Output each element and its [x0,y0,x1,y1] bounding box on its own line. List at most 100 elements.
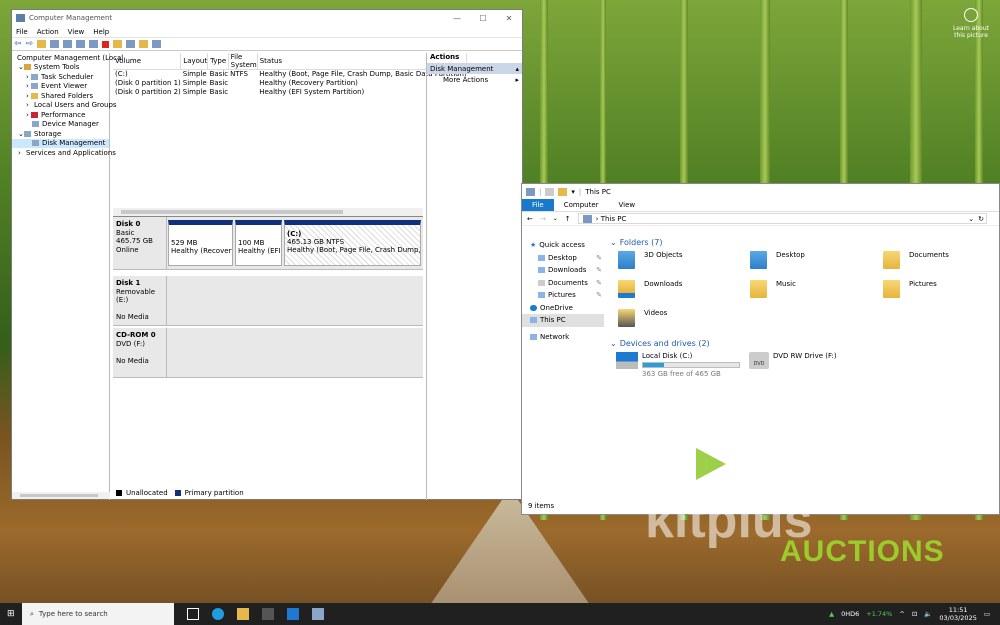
tree-scrollbar[interactable] [12,492,110,499]
notification-icon[interactable]: ▭ [984,610,990,618]
delete-icon[interactable] [102,40,110,48]
close-button[interactable]: ✕ [496,14,522,23]
search-icon[interactable] [139,40,149,48]
tree-item-local-users[interactable]: › Local Users and Groups [12,101,117,111]
minimize-button[interactable]: — [444,14,470,23]
folder-up-icon[interactable] [37,40,47,48]
menu-help[interactable]: Help [93,28,109,36]
volume-icon[interactable]: 🔈 [924,610,932,618]
tree-item-event-viewer[interactable]: › Event Viewer [12,82,109,92]
chevron-down-icon[interactable]: ⌄ [968,215,974,223]
drive-f[interactable]: DVD DVD RW Drive (F:) [749,352,837,369]
back-icon[interactable]: ← [527,215,533,223]
folder-documents[interactable]: Documents [883,251,1000,275]
tree-item-computer-management[interactable]: Computer Management (Local [12,53,123,63]
folder-3d-objects[interactable]: 3D Objects [618,251,748,275]
tree-item-shared-folders[interactable]: › Shared Folders [12,91,109,101]
column-layout[interactable]: Layout [180,53,209,70]
back-icon[interactable]: ⇦ [14,39,22,49]
column-volume[interactable]: Volume [113,53,182,70]
disk-map: Disk 0 Basic 465.75 GB Online 529 MB Hea… [113,216,423,488]
tree-item-device-manager[interactable]: Device Manager [12,120,109,130]
network-icon[interactable]: ⊡ [912,610,917,618]
address-bar[interactable]: › This PC ⌄ ↻ [577,213,987,224]
column-file-system[interactable]: File System [228,53,258,70]
show-hide-tree-icon[interactable] [50,40,60,48]
tree-item-system-tools[interactable]: ⌄ System Tools [12,63,109,73]
folder-videos[interactable]: Videos [618,309,748,333]
refresh-icon[interactable]: ↻ [978,215,984,223]
task-view-icon[interactable] [187,608,199,620]
menu-file[interactable]: File [16,28,28,36]
pictures-icon [538,292,545,299]
drive-c[interactable]: Local Disk (C:) 363 GB free of 465 GB [616,352,740,378]
more-actions[interactable]: More Actions ▸ [427,74,522,86]
new-folder-icon[interactable] [558,187,568,196]
cdrom-label[interactable]: CD-ROM 0 DVD (F:) No Media [113,328,167,377]
computer-management-icon[interactable] [312,608,324,620]
table-row[interactable]: (Disk 0 partition 2) Simple Basic Healthy (… [113,88,467,97]
properties-icon[interactable] [545,187,555,196]
nav-onedrive[interactable]: OneDrive [522,302,604,315]
table-row[interactable]: (Disk 0 partition 1) Simple Basic Healthy (… [113,79,467,88]
properties-icon[interactable] [76,40,86,48]
watermark-play-icon [696,448,726,480]
folder-downloads[interactable]: Downloads [618,280,748,304]
menu-action[interactable]: Action [37,28,59,36]
mail-icon[interactable] [287,608,299,620]
column-type[interactable]: Type [207,53,229,70]
tree-item-performance[interactable]: › Performance [12,110,109,120]
windows-start-icon[interactable]: ⊞ [7,609,15,619]
recent-icon[interactable]: ⌄ [553,215,558,222]
tab-view[interactable]: View [609,199,646,211]
tree-item-task-scheduler[interactable]: › Task Scheduler [12,72,109,82]
learn-about-picture[interactable]: Learn about this picture [950,8,992,39]
file-explorer-icon[interactable] [237,608,249,620]
tree-item-services[interactable]: › Services and Applications [12,148,116,158]
pin-icon: ✎ [596,291,602,300]
store-icon[interactable] [262,608,274,620]
tree-item-disk-management[interactable]: Disk Management [12,138,109,148]
tree-item-storage[interactable]: ⌄ Storage [12,129,109,139]
nav-downloads[interactable]: Downloads ✎ [522,264,604,277]
disk-0-label[interactable]: Disk 0 Basic 465.75 GB Online [113,217,167,269]
up-icon[interactable]: ↑ [565,215,571,223]
pin-icon: ✎ [596,278,602,287]
export-icon[interactable] [126,40,136,48]
nav-network[interactable]: Network [522,331,604,344]
forward-icon[interactable]: ⇨ [26,39,34,49]
recovery-partition[interactable]: 529 MB Healthy (Recovery Pa [168,220,233,266]
folder-music[interactable]: Music [750,280,880,304]
edge-icon[interactable] [212,608,224,620]
actions-disk-management[interactable]: Disk Management ▴ [427,63,522,74]
nav-this-pc[interactable]: This PC [522,314,604,327]
maximize-button[interactable]: ☐ [470,14,496,23]
chevron-up-icon[interactable]: ^ [899,610,904,618]
forward-icon[interactable]: → [540,215,546,223]
primary-swatch [174,490,181,496]
clock[interactable]: 11:51 03/03/2025 [939,606,976,622]
horizontal-scrollbar[interactable] [113,208,423,216]
folders-header[interactable]: ⌄ Folders (7) [610,236,1000,248]
table-row[interactable]: (C:) Simple Basic NTFS Healthy (Boot, Page F… [113,70,467,79]
check-icon[interactable] [113,40,123,48]
search-box[interactable]: ⌕ Type here to search [22,603,174,625]
folder-desktop[interactable]: Desktop [750,251,880,275]
nav-pictures[interactable]: Pictures ✎ [522,289,604,302]
menu-view[interactable]: View [68,28,85,36]
nav-documents[interactable]: Documents ✎ [522,277,604,290]
c-partition[interactable]: (C:) 465.13 GB NTFS Healthy (Boot, Page … [284,220,421,266]
folder-pictures[interactable]: Pictures [883,280,1000,304]
nav-quick-access[interactable]: ★ Quick access [522,239,604,252]
disk-1-label[interactable]: Disk 1 Removable (E:) No Media [113,276,167,325]
help-icon[interactable] [63,40,73,48]
chevron-down-icon: ⌄ [610,338,617,348]
efi-partition[interactable]: 100 MB Healthy (EFI Sy [235,220,282,266]
tab-file[interactable]: File [522,199,554,211]
view-icon[interactable] [152,40,162,48]
nav-desktop[interactable]: Desktop ✎ [522,252,604,265]
devices-header[interactable]: ⌄ Devices and drives (2) [610,337,710,349]
chevron-down-icon[interactable]: ▾ [571,188,575,196]
connect-icon[interactable] [89,40,99,48]
tab-computer[interactable]: Computer [554,199,609,211]
